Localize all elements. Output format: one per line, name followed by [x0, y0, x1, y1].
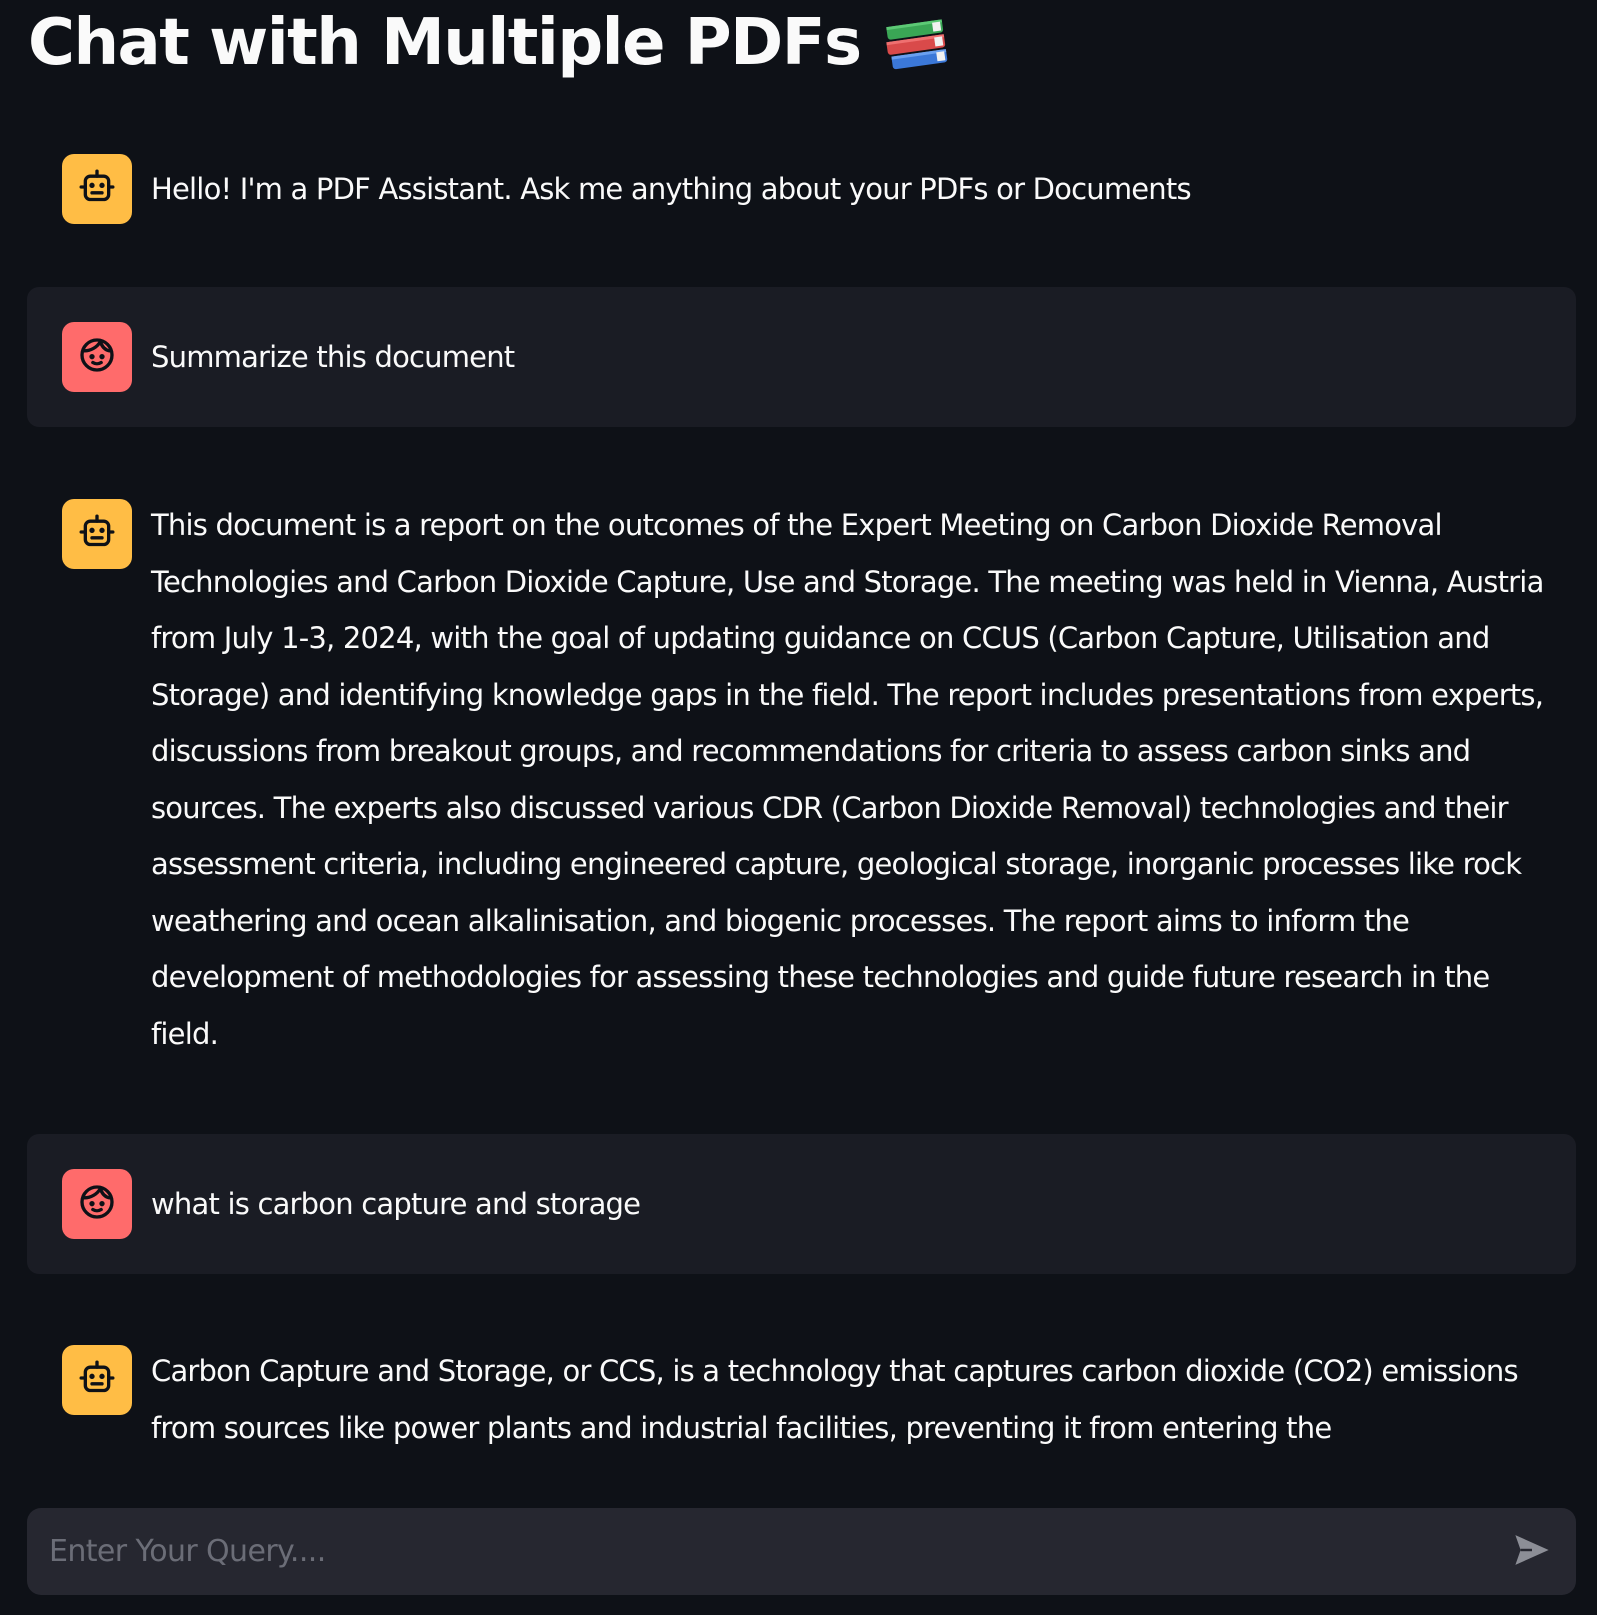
robot-icon: [77, 1358, 117, 1402]
message-text: This document is a report on the outcome…: [151, 508, 1552, 1051]
robot-icon: [77, 512, 117, 556]
face-icon: [77, 1182, 117, 1226]
chat-input-bar: [27, 1508, 1576, 1595]
user-avatar: [62, 1169, 132, 1239]
chat-message-user: what is carbon capture and storage: [27, 1134, 1576, 1274]
books-icon: [881, 15, 953, 71]
message-text: Hello! I'm a PDF Assistant. Ask me anyth…: [151, 172, 1192, 206]
message-text: Carbon Capture and Storage, or CCS, is a…: [151, 1354, 1527, 1445]
page-title: Chat with Multiple PDFs: [28, 6, 862, 80]
chat-message-user: Summarize this document: [27, 287, 1576, 427]
robot-icon: [77, 167, 117, 211]
chat-message-assistant: Carbon Capture and Storage, or CCS, is a…: [27, 1274, 1576, 1456]
message-text: what is carbon capture and storage: [151, 1187, 641, 1221]
chat-message-assistant: Hello! I'm a PDF Assistant. Ask me anyth…: [27, 152, 1576, 287]
user-avatar: [62, 322, 132, 392]
send-icon: [1511, 1529, 1553, 1575]
message-text: Summarize this document: [151, 340, 515, 374]
send-button[interactable]: [1508, 1528, 1556, 1576]
chat-message-assistant: This document is a report on the outcome…: [27, 427, 1576, 1134]
chat-messages[interactable]: Hello! I'm a PDF Assistant. Ask me anyth…: [27, 152, 1576, 1482]
assistant-avatar: [62, 1345, 132, 1415]
face-icon: [77, 335, 117, 379]
assistant-avatar: [62, 499, 132, 569]
assistant-avatar: [62, 154, 132, 224]
page-title-container: Chat with Multiple PDFs: [28, 4, 953, 82]
chat-input[interactable]: [47, 1520, 1508, 1583]
